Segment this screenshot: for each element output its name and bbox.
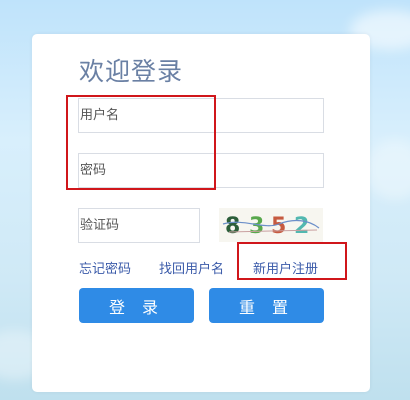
register-link[interactable]: 新用户注册 <box>253 258 318 277</box>
captcha-digit-1: 8 <box>225 214 240 239</box>
find-username-link[interactable]: 找回用户名 <box>159 258 224 277</box>
username-field-box <box>78 98 324 133</box>
captcha-digit-3: 5 <box>271 214 286 239</box>
login-panel: 欢迎登录 8 3 5 2 忘记密码 找回用户名 新用户注册 登 录 重 置 <box>32 34 370 392</box>
username-input[interactable] <box>79 99 323 132</box>
forgot-password-link[interactable]: 忘记密码 <box>79 258 131 277</box>
captcha-input[interactable] <box>79 209 199 242</box>
password-input[interactable] <box>79 154 323 187</box>
captcha-image[interactable]: 8 3 5 2 <box>219 208 323 242</box>
captcha-field-box <box>78 208 200 243</box>
password-field-box <box>78 153 324 188</box>
login-button[interactable]: 登 录 <box>79 288 194 323</box>
captcha-digit-2: 3 <box>249 214 264 239</box>
captcha-digit-4: 2 <box>294 214 309 239</box>
captcha-graphic: 8 3 5 2 <box>222 214 320 239</box>
page-title: 欢迎登录 <box>79 57 184 86</box>
reset-button[interactable]: 重 置 <box>209 288 324 323</box>
cloud <box>365 140 410 200</box>
